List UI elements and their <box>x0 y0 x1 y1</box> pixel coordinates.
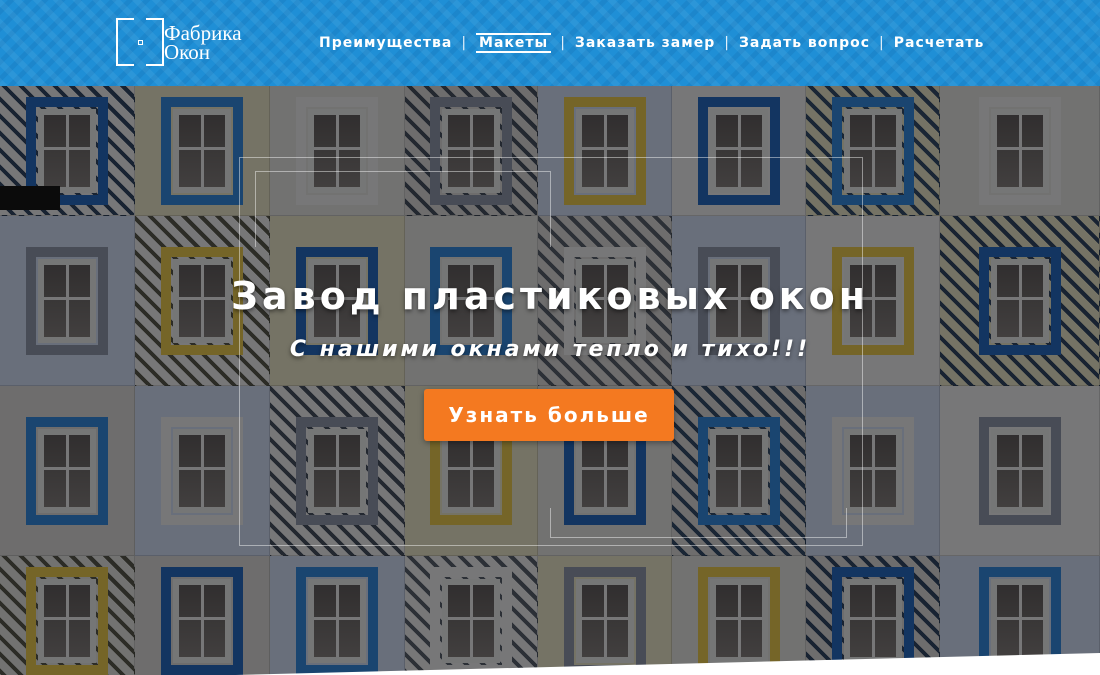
main-nav: Преимущества | Макеты | Заказать замер |… <box>319 32 984 54</box>
nav-item-advantages[interactable]: Преимущества <box>319 35 452 51</box>
nav-separator: | <box>724 35 730 51</box>
hero-subtitle: С нашими окнами тепло и тихо!!! <box>289 337 811 362</box>
learn-more-button[interactable]: Узнать больше <box>424 389 674 441</box>
window-frame-icon <box>116 18 164 66</box>
hero-title: Завод пластиковых окон <box>231 274 869 318</box>
side-tab <box>0 186 60 210</box>
site-header: Фабрика Окон Преимущества | Макеты | Зак… <box>0 0 1100 86</box>
hero-section: Завод пластиковых окон С нашими окнами т… <box>0 86 1100 675</box>
nav-separator: | <box>879 35 885 51</box>
nav-item-order-measurement[interactable]: Заказать замер <box>575 35 715 51</box>
nav-item-layouts[interactable]: Макеты <box>476 33 552 53</box>
decorative-frame-corner-top <box>255 171 551 247</box>
logo-text: Фабрика Окон <box>164 23 242 64</box>
nav-item-ask-question[interactable]: Задать вопрос <box>739 35 870 51</box>
logo[interactable]: Фабрика Окон <box>116 18 266 68</box>
nav-separator: | <box>560 35 566 51</box>
nav-item-calculate[interactable]: Расчетать <box>894 35 985 51</box>
logo-line-2: Окон <box>164 40 211 64</box>
decorative-frame-corner-bottom <box>550 508 847 538</box>
nav-separator: | <box>461 35 468 51</box>
